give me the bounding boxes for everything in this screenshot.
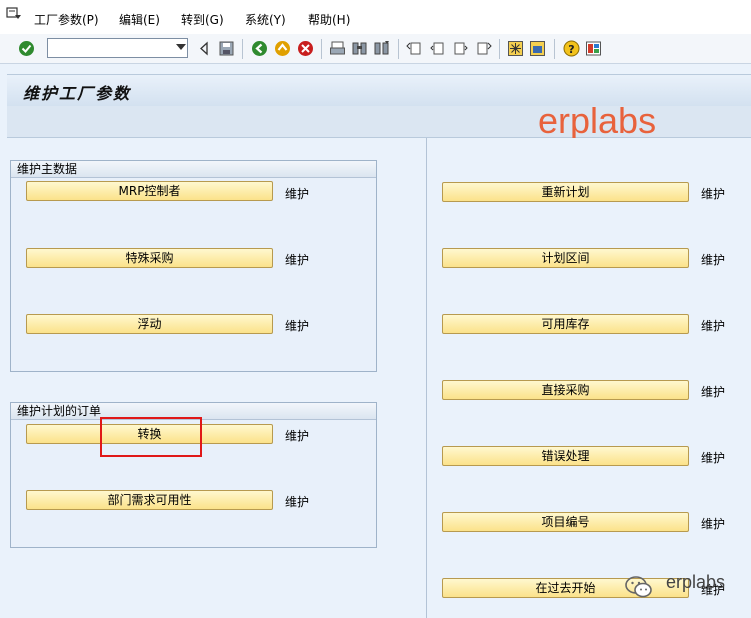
menu-item-plant-params[interactable]: 工厂参数(P) (34, 11, 99, 28)
enter-check-icon[interactable] (18, 40, 35, 57)
error-handling-button[interactable]: 错误处理 (442, 446, 689, 466)
menu-item-help[interactable]: 帮助(H) (308, 11, 350, 28)
maintain-label: 维护 (701, 187, 726, 201)
page-title: 维护工厂参数 (23, 84, 132, 103)
collapse-arrow-icon[interactable] (196, 40, 213, 57)
toolbar-separator (242, 39, 243, 59)
watermark-text: erplabs (538, 100, 657, 141)
toolbar-separator (499, 39, 500, 59)
find-next-icon[interactable] (373, 40, 390, 57)
maintain-label: 维护 (285, 253, 310, 267)
help-icon[interactable]: ? (563, 40, 580, 57)
toolbar-separator (398, 39, 399, 59)
last-page-icon[interactable] (475, 40, 492, 57)
chevron-down-icon (176, 44, 186, 50)
customize-layout-icon[interactable] (585, 40, 602, 57)
column-divider (426, 138, 427, 618)
toolbar-separator (554, 39, 555, 59)
find-icon[interactable] (351, 40, 368, 57)
shortcut-icon[interactable] (529, 40, 546, 57)
menu-item-goto[interactable]: 转到(G) (181, 11, 224, 28)
wechat-icon (625, 576, 652, 598)
create-session-icon[interactable] (507, 40, 524, 57)
available-stock-button[interactable]: 可用库存 (442, 314, 689, 334)
command-field-dropdown[interactable] (174, 38, 188, 58)
special-procurement-button[interactable]: 特殊采购 (26, 248, 273, 268)
planning-horizon-button[interactable]: 计划区间 (442, 248, 689, 268)
mrp-controller-button[interactable]: MRP控制者 (26, 181, 273, 201)
back-icon[interactable] (251, 40, 268, 57)
print-icon[interactable] (329, 40, 346, 57)
menu-item-system[interactable]: 系统(Y) (245, 11, 286, 28)
watermark-text-bottom: erplabs (666, 572, 726, 592)
float-button[interactable]: 浮动 (26, 314, 273, 334)
maintain-label: 维护 (285, 319, 310, 333)
menu-bar: 工厂参数(P) 编辑(E) 转到(G) 系统(Y) 帮助(H) (0, 0, 751, 34)
maintain-label: 维护 (701, 253, 726, 267)
cancel-icon[interactable] (297, 40, 314, 57)
toolbar-separator (321, 39, 322, 59)
command-field[interactable] (47, 38, 188, 58)
next-page-icon[interactable] (452, 40, 469, 57)
maintain-label: 维护 (701, 319, 726, 333)
maintain-label: 维护 (701, 451, 726, 465)
dept-requirements-availability-button[interactable]: 部门需求可用性 (26, 490, 273, 510)
standard-toolbar: ? (0, 34, 751, 64)
maintain-label: 维护 (701, 385, 726, 399)
highlight-box (100, 417, 202, 457)
maintain-label: 维护 (701, 517, 726, 531)
maintain-label: 维护 (285, 495, 310, 509)
rescheduling-button[interactable]: 重新计划 (442, 182, 689, 202)
maintain-label: 维护 (285, 187, 310, 201)
exit-icon[interactable] (274, 40, 291, 57)
direct-procurement-button[interactable]: 直接采购 (442, 380, 689, 400)
group-title: 维护主数据 (11, 161, 376, 178)
menu-item-edit[interactable]: 编辑(E) (119, 11, 160, 28)
save-icon[interactable] (218, 40, 235, 57)
item-numbering-button[interactable]: 项目编号 (442, 512, 689, 532)
previous-page-icon[interactable] (429, 40, 446, 57)
maintain-label: 维护 (285, 429, 310, 443)
first-page-icon[interactable] (406, 40, 423, 57)
menu-expand-icon[interactable] (6, 7, 22, 21)
svg-text:?: ? (568, 43, 574, 56)
